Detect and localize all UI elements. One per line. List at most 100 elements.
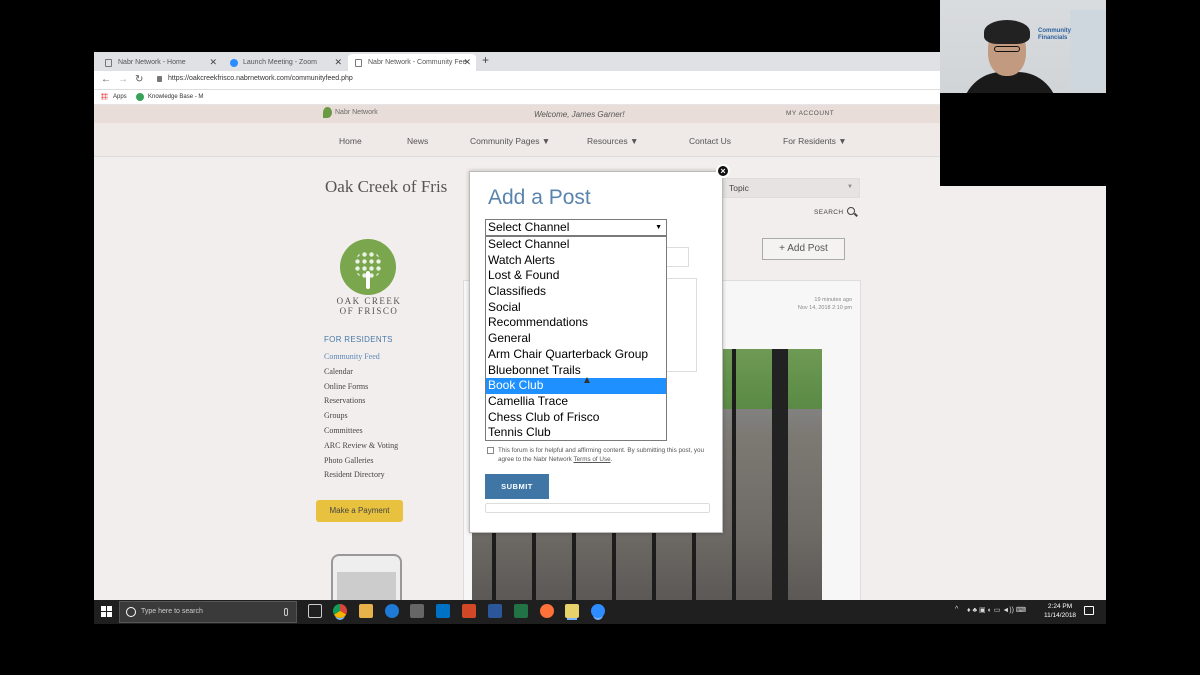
add-post-button[interactable]: + Add Post: [762, 238, 845, 260]
sidebar-item-community-feed[interactable]: Community Feed: [324, 352, 398, 367]
excel-icon[interactable]: [514, 604, 528, 618]
mobile-app-image: [331, 554, 402, 600]
tab-community-feed[interactable]: Nabr Network - Community Fee ✕: [348, 54, 476, 71]
terms-checkbox[interactable]: [487, 447, 494, 454]
webcam-overlay: Community Financials: [940, 0, 1106, 186]
chrome-icon[interactable]: [333, 604, 347, 618]
nav-for-residents[interactable]: For Residents ▼: [783, 136, 847, 146]
task-view-icon[interactable]: [308, 604, 322, 618]
leaf-logo-icon: [323, 107, 332, 118]
reload-icon[interactable]: ↻: [135, 74, 143, 85]
title-field-edge[interactable]: [667, 247, 689, 267]
site-brand[interactable]: Nabr Network: [323, 107, 378, 118]
post-date: Nov 14, 2018 2:10 pm: [797, 305, 852, 311]
channel-option-highlighted[interactable]: Book Club: [486, 378, 666, 394]
sidebar-item-committees[interactable]: Committees: [324, 426, 398, 441]
forward-arrow-icon[interactable]: →: [118, 74, 128, 85]
word-icon[interactable]: [488, 604, 502, 618]
notifications-icon[interactable]: [1084, 606, 1094, 615]
zoom-icon: [230, 59, 238, 67]
nav-community-pages[interactable]: Community Pages ▼: [470, 136, 550, 146]
channel-select-value: Select Channel: [488, 220, 570, 234]
taskbar-search[interactable]: Type here to search: [119, 601, 297, 623]
nav-home[interactable]: Home: [339, 136, 362, 146]
clock-date: 11/14/2018: [1044, 611, 1077, 619]
sidebar-item-photo-galleries[interactable]: Photo Galleries: [324, 456, 398, 471]
nav-contact-us[interactable]: Contact Us: [689, 136, 731, 146]
my-account-link[interactable]: MY ACCOUNT: [786, 110, 834, 117]
nav-resources[interactable]: Resources ▼: [587, 136, 638, 146]
topic-select[interactable]: Topic ▼: [720, 178, 860, 198]
close-tab-icon[interactable]: ✕: [209, 54, 217, 71]
mouse-cursor-icon: [584, 377, 590, 383]
close-tab-icon[interactable]: ✕: [463, 54, 471, 71]
search-link[interactable]: SEARCH: [814, 207, 855, 216]
app-icon[interactable]: [565, 604, 579, 618]
back-arrow-icon[interactable]: ←: [101, 74, 111, 85]
fence-post: [772, 349, 788, 600]
powerpoint-icon[interactable]: [462, 604, 476, 618]
new-tab-button[interactable]: +: [482, 53, 489, 67]
submit-button[interactable]: SUBMIT: [485, 474, 549, 499]
taskbar-search-placeholder: Type here to search: [141, 608, 203, 615]
tray-app-icons[interactable]: ♦ ♣ ▣ ◐ ▭ ◄)) ⌨: [967, 606, 1026, 614]
close-icon[interactable]: ×: [716, 164, 730, 178]
presenter-hair: [984, 20, 1030, 44]
sidebar-item-groups[interactable]: Groups: [324, 411, 398, 426]
sidebar-item-arc-review[interactable]: ARC Review & Voting: [324, 441, 398, 456]
channel-option[interactable]: Chess Club of Frisco: [486, 410, 666, 426]
sidebar-item-resident-directory[interactable]: Resident Directory: [324, 470, 398, 485]
channel-option[interactable]: Bluebonnet Trails: [486, 363, 666, 379]
nav-news[interactable]: News: [407, 136, 428, 146]
outlook-icon[interactable]: [436, 604, 450, 618]
channel-option[interactable]: Camellia Trace: [486, 394, 666, 410]
make-payment-button[interactable]: Make a Payment: [316, 500, 403, 522]
tray-chevron-up-icon[interactable]: ^: [955, 606, 958, 613]
channel-option[interactable]: Arm Chair Quarterback Group: [486, 347, 666, 363]
windows-start-icon[interactable]: [101, 606, 112, 617]
channel-option[interactable]: Social: [486, 300, 666, 316]
webcam-letterbox: [940, 93, 1106, 186]
screen: Nabr Network - Home ✕ Launch Meeting - Z…: [0, 0, 1200, 675]
store-icon[interactable]: [410, 604, 424, 618]
system-clock[interactable]: 2:24 PM 11/14/2018: [1044, 603, 1076, 620]
terms-end: .: [610, 455, 613, 463]
tab-zoom[interactable]: Launch Meeting - Zoom ✕: [223, 54, 347, 71]
channel-option[interactable]: Lost & Found: [486, 268, 666, 284]
terms-text: This forum is for helpful and affirming …: [498, 447, 707, 464]
url-field[interactable]: https://oakcreekfrisco.nabrnetwork.com/c…: [168, 75, 353, 82]
channel-option[interactable]: General: [486, 331, 666, 347]
search-label: SEARCH: [814, 209, 844, 216]
channel-dropdown-list: Select Channel Watch Alerts Lost & Found…: [485, 236, 667, 441]
sidebar-item-reservations[interactable]: Reservations: [324, 396, 398, 411]
file-explorer-icon[interactable]: [359, 604, 373, 618]
sidebar-item-online-forms[interactable]: Online Forms: [324, 382, 398, 397]
firefox-icon[interactable]: [540, 604, 554, 618]
bookmark-apps[interactable]: Apps: [113, 94, 127, 100]
channel-option[interactable]: Classifieds: [486, 284, 666, 300]
channel-option[interactable]: Watch Alerts: [486, 253, 666, 269]
channel-select[interactable]: Select Channel ▼: [485, 219, 667, 236]
tab-label: Launch Meeting - Zoom: [243, 59, 317, 66]
close-tab-icon[interactable]: ✕: [334, 54, 342, 71]
welcome-message: Welcome, James Garner!: [534, 110, 625, 119]
zoom-icon[interactable]: [591, 604, 605, 618]
tab-nabr-home[interactable]: Nabr Network - Home ✕: [98, 54, 222, 71]
lock-icon: [157, 76, 162, 82]
channel-option[interactable]: Tennis Club: [486, 425, 666, 441]
apps-grid-icon: [101, 93, 108, 100]
sidebar-item-calendar[interactable]: Calendar: [324, 367, 398, 382]
terms-of-use-link[interactable]: Terms of Use: [574, 456, 611, 463]
logo-line-1: Community: [1038, 28, 1071, 34]
taskbar: Type here to search ^ ♦ ♣ ▣ ◐ ▭ ◄)) ⌨ 2:…: [94, 600, 1106, 624]
sidebar-heading: FOR RESIDENTS: [324, 335, 393, 344]
chevron-down-icon: ▼: [655, 224, 662, 231]
channel-option[interactable]: Select Channel: [486, 237, 666, 253]
bookmark-knowledge-base[interactable]: Knowledge Base - M: [148, 94, 203, 100]
edge-icon[interactable]: [385, 604, 399, 618]
community-logo: [340, 239, 396, 295]
tab-label: Nabr Network - Community Fee: [368, 59, 467, 66]
microphone-icon[interactable]: [284, 608, 288, 616]
channel-option[interactable]: Recommendations: [486, 315, 666, 331]
message-field-edge[interactable]: [667, 278, 697, 372]
